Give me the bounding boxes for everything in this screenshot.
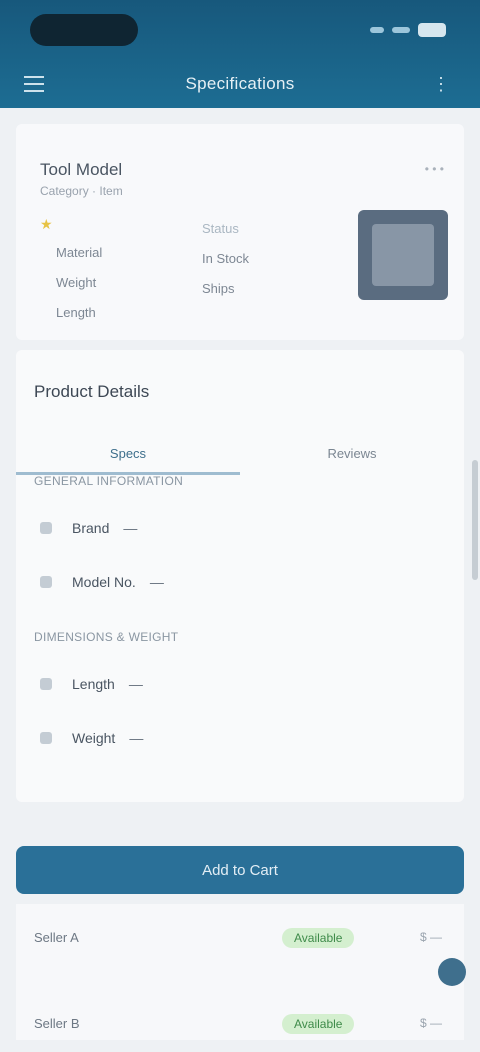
product-image[interactable] [358, 210, 448, 300]
product-attributes: Material Weight Length [56, 238, 102, 328]
product-thumbnail [372, 224, 434, 286]
spec-label: Length [72, 676, 115, 692]
bullet-icon [40, 576, 52, 588]
app-header: Specifications ⋮ [0, 0, 480, 108]
bullet-icon [40, 732, 52, 744]
group-heading: GENERAL INFORMATION [34, 474, 184, 488]
spec-label: Brand [72, 520, 110, 536]
wifi-icon [392, 27, 410, 33]
star-icon: ★ [40, 216, 53, 232]
group-heading: DIMENSIONS & WEIGHT [34, 630, 179, 644]
spec-row[interactable]: Weight — [40, 716, 440, 760]
spec-value: — [129, 730, 144, 746]
status-badge: Available [282, 1014, 355, 1034]
status-heading: Status [202, 221, 239, 236]
seller-price: $ — [419, 930, 442, 944]
tab-specs[interactable]: Specs [16, 434, 240, 474]
scrollbar[interactable] [472, 460, 478, 580]
table-row[interactable]: Seller B Available $ — [16, 1000, 464, 1052]
seller-price: $ — [419, 1016, 442, 1030]
status-bar-pill [30, 14, 138, 46]
tab-bar: Specs Reviews [16, 434, 464, 474]
page-title: Specifications [185, 74, 295, 93]
spec-value: — [149, 574, 164, 590]
attribute-label: Material [56, 245, 103, 260]
bullet-icon [40, 678, 52, 690]
status-badge: Available [282, 928, 355, 948]
spec-value: — [123, 520, 138, 536]
status-bar-indicators [370, 20, 446, 40]
specs-card: Product Details Specs Reviews GENERAL IN… [16, 350, 464, 802]
bullet-icon [40, 522, 52, 534]
product-subtitle: Category · Item [40, 184, 123, 198]
status-value: In Stock [202, 251, 249, 266]
product-meta[interactable]: • • • [425, 162, 444, 176]
more-icon[interactable]: ⋮ [432, 74, 450, 95]
product-status: Status In Stock Ships [202, 214, 249, 304]
seller-name: Seller A [34, 930, 79, 945]
product-name: Tool Model [40, 160, 123, 179]
seller-name: Seller B [34, 1016, 80, 1031]
spec-row[interactable]: Brand — [40, 506, 440, 550]
section-title: Product Details [34, 382, 150, 401]
chat-icon[interactable] [438, 958, 466, 986]
status-value: Ships [202, 281, 235, 296]
spec-value: — [128, 676, 143, 692]
spec-label: Model No. [72, 574, 136, 590]
spec-row[interactable]: Length — [40, 662, 440, 706]
add-to-cart-button[interactable]: Add to Cart [16, 846, 464, 894]
spec-label: Weight [72, 730, 116, 746]
nav-bar: Specifications ⋮ [0, 64, 480, 108]
spec-row[interactable]: Model No. — [40, 560, 440, 604]
table-row[interactable]: Seller A Available $ — [16, 914, 464, 966]
product-card: Tool Model Category · Item • • • ★ Mater… [16, 124, 464, 340]
attribute-label: Weight [56, 275, 97, 290]
tab-reviews[interactable]: Reviews [240, 434, 464, 474]
battery-icon [418, 23, 446, 37]
attribute-label: Length [56, 305, 96, 320]
seller-table: Seller A Available $ — Seller B Availabl… [16, 904, 464, 1040]
signal-icon [370, 27, 384, 33]
